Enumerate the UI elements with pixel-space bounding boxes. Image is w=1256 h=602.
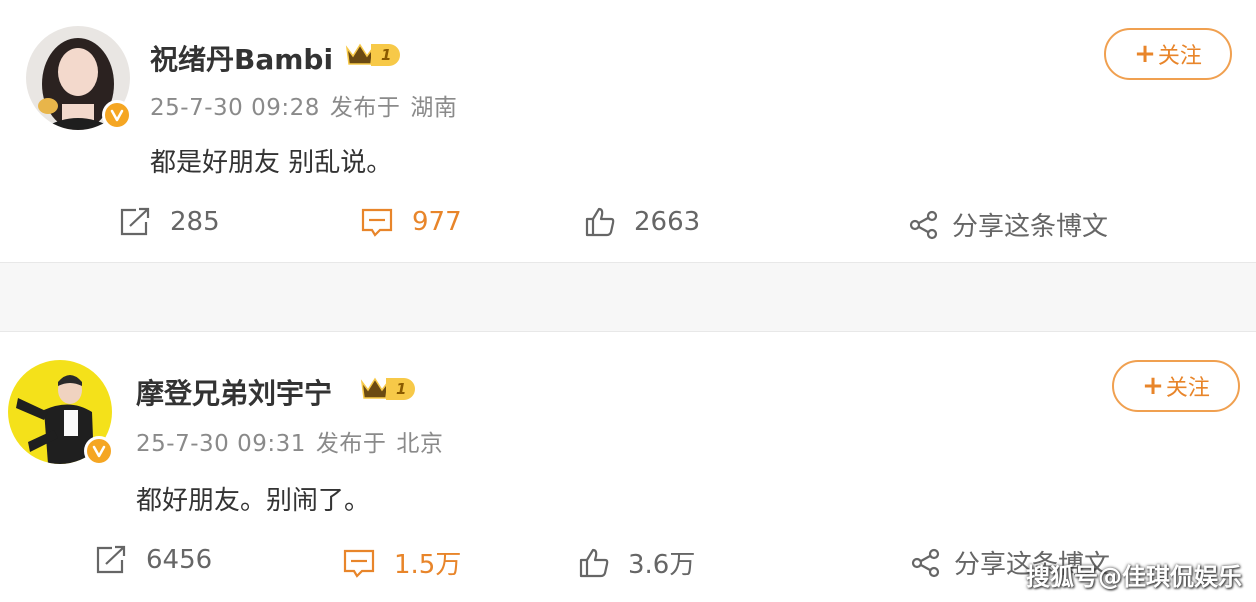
like-count: 3.6万 — [628, 550, 696, 580]
verified-badge-icon — [102, 100, 132, 130]
vip-badge[interactable]: 1 — [360, 376, 416, 402]
vip-level: 1 — [371, 44, 401, 66]
post-content: 都是好朋友 别乱说。 — [150, 148, 393, 178]
published-label: 发布于 — [315, 431, 387, 457]
repost-icon — [118, 206, 152, 238]
verified-badge-icon — [84, 436, 114, 466]
like-count: 2663 — [634, 207, 701, 237]
post-meta: 25-7-30 09:31 发布于 北京 — [136, 424, 453, 458]
plus-icon: + — [1134, 39, 1156, 69]
repost-button[interactable]: 285 — [118, 206, 220, 238]
vip-badge[interactable]: 1 — [345, 42, 401, 68]
follow-button[interactable]: + 关注 — [1112, 360, 1240, 412]
plus-icon: + — [1142, 371, 1164, 401]
share-icon — [910, 547, 942, 579]
vip-level: 1 — [386, 378, 416, 400]
repost-button[interactable]: 6456 — [94, 544, 212, 576]
comment-button[interactable]: 977 — [360, 206, 462, 238]
username[interactable]: 祝绪丹Bambi — [150, 38, 333, 78]
share-label: 分享这条博文 — [952, 212, 1109, 242]
repost-count: 285 — [170, 207, 220, 237]
share-icon — [908, 209, 940, 241]
post-time[interactable]: 25-7-30 09:31 — [136, 431, 306, 457]
comment-button[interactable]: 1.5万 — [342, 544, 461, 581]
thumbs-up-icon — [578, 547, 610, 579]
published-label: 发布于 — [329, 95, 401, 121]
post-time[interactable]: 25-7-30 09:28 — [150, 95, 320, 121]
like-button[interactable]: 3.6万 — [578, 544, 695, 581]
post-location: 北京 — [396, 431, 444, 457]
post-location: 湖南 — [410, 95, 458, 121]
follow-label: 关注 — [1165, 376, 1210, 401]
post-card: 祝绪丹Bambi 1 25-7-30 09:28 发布于 湖南 都是好朋友 别乱说。… — [0, 0, 1256, 262]
comment-icon — [342, 547, 376, 579]
comment-icon — [360, 206, 394, 238]
comment-count: 1.5万 — [394, 550, 462, 580]
watermark: 搜狐号@佳琪侃娱乐 — [1026, 563, 1242, 591]
post-meta: 25-7-30 09:28 发布于 湖南 — [150, 88, 467, 122]
thumbs-up-icon — [584, 206, 616, 238]
follow-button[interactable]: + 关注 — [1104, 28, 1232, 80]
username[interactable]: 摩登兄弟刘宇宁 — [136, 372, 332, 412]
repost-icon — [94, 544, 128, 576]
divider — [0, 262, 1256, 263]
repost-count: 6456 — [146, 545, 213, 575]
like-button[interactable]: 2663 — [584, 206, 700, 238]
comment-count: 977 — [412, 207, 462, 237]
post-content: 都好朋友。别闹了。 — [136, 486, 371, 516]
follow-label: 关注 — [1157, 44, 1202, 69]
share-button[interactable]: 分享这条博文 — [908, 206, 1108, 243]
